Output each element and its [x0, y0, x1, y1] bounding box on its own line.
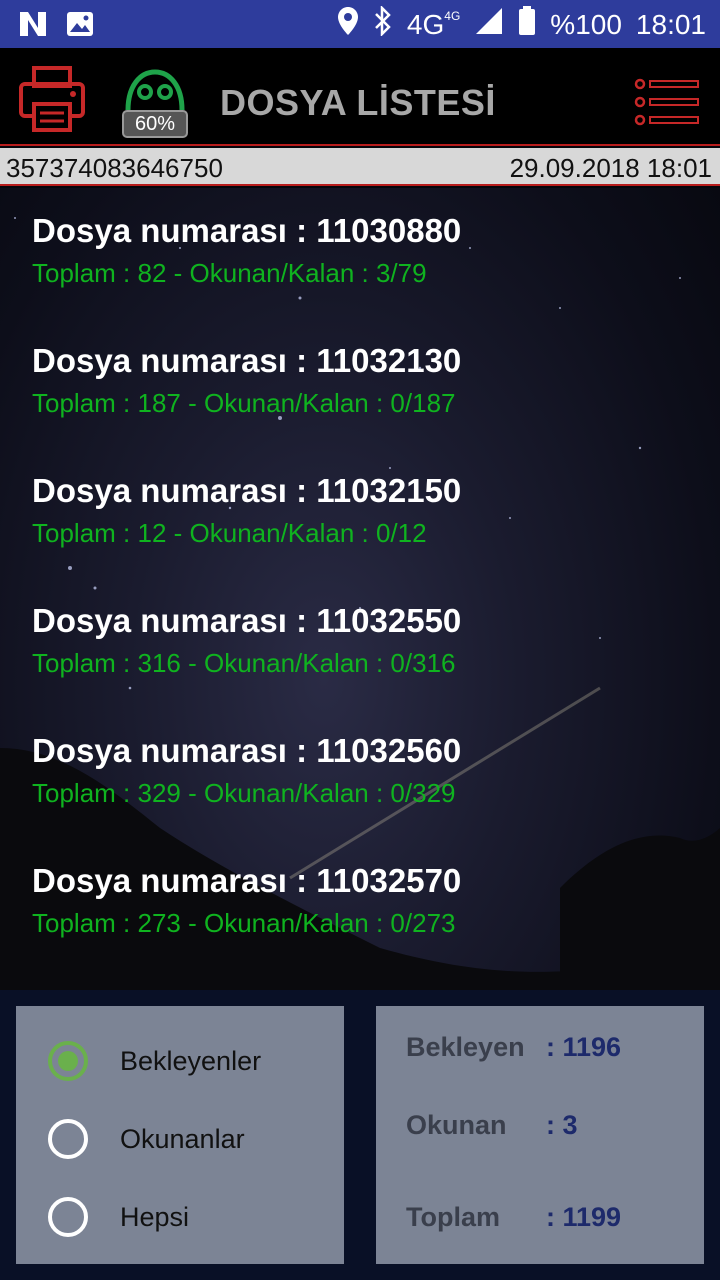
printer-icon[interactable]	[18, 66, 86, 132]
network-type-small: 4G	[444, 8, 461, 23]
filter-option-bekleyenler[interactable]: Bekleyenler	[48, 1036, 261, 1086]
list-item[interactable]: Dosya numarası : 11032570 Toplam : 273 -…	[32, 838, 632, 958]
list-item[interactable]: Dosya numarası : 11032550 Toplam : 316 -…	[32, 578, 632, 698]
notification-n-icon	[18, 10, 48, 43]
filter-option-okunanlar[interactable]: Okunanlar	[48, 1114, 245, 1164]
file-title: Dosya numarası : 11032560	[32, 732, 462, 769]
file-summary: Toplam : 329 - Okunan/Kalan : 0/329	[32, 778, 456, 808]
stat-label: Bekleyen	[406, 1032, 525, 1062]
stats-panel: Bekleyen : 1196 Okunan : 3 Toplam : 1199	[376, 1006, 704, 1264]
signal-icon	[474, 7, 504, 42]
status-bar: 4G4G %100 18:01	[0, 0, 720, 48]
stat-value: : 3	[546, 1110, 578, 1140]
bottom-panel: Bekleyenler Okunanlar Hepsi Bekleyen : 1…	[0, 990, 720, 1280]
datetime: 29.09.2018 18:01	[509, 153, 712, 183]
battery-percentage: %100	[550, 8, 622, 40]
file-summary: Toplam : 273 - Okunan/Kalan : 0/273	[32, 908, 456, 938]
radio-unchecked-icon[interactable]	[48, 1197, 88, 1237]
robot-badge: 60%	[122, 110, 188, 138]
device-id: 357374083646750	[6, 153, 223, 183]
list-item[interactable]: Dosya numarası : 11032150 Toplam : 12 - …	[32, 448, 632, 568]
robot-status-icon[interactable]: 60%	[122, 68, 192, 140]
filter-panel: Bekleyenler Okunanlar Hepsi	[16, 1006, 344, 1264]
battery-icon	[518, 6, 536, 43]
radio-label: Okunanlar	[120, 1123, 245, 1154]
file-summary: Toplam : 316 - Okunan/Kalan : 0/316	[32, 648, 456, 678]
list-item[interactable]: Dosya numarası : 11032560 Toplam : 329 -…	[32, 708, 632, 828]
file-title: Dosya numarası : 11032570	[32, 862, 462, 899]
stat-value: : 1199	[546, 1202, 622, 1232]
image-notification-icon	[66, 11, 94, 42]
bluetooth-icon	[373, 4, 393, 43]
file-summary: Toplam : 12 - Okunan/Kalan : 0/12	[32, 518, 427, 548]
file-title: Dosya numarası : 11030880	[32, 212, 462, 249]
file-title: Dosya numarası : 11032550	[32, 602, 462, 639]
list-item[interactable]: Dosya numarası : 11030880 Toplam : 82 - …	[32, 188, 632, 308]
list-item[interactable]: Dosya numarası : 11032130 Toplam : 187 -…	[32, 318, 632, 438]
location-icon	[337, 6, 359, 43]
page-title: DOSYA LİSTESİ	[220, 82, 496, 123]
app-bar: 60% DOSYA LİSTESİ	[0, 48, 720, 146]
radio-unchecked-icon[interactable]	[48, 1119, 88, 1159]
filter-option-hepsi[interactable]: Hepsi	[48, 1192, 189, 1242]
file-summary: Toplam : 82 - Okunan/Kalan : 3/79	[32, 258, 427, 288]
stat-label: Toplam	[406, 1202, 500, 1232]
radio-label: Hepsi	[120, 1201, 190, 1232]
file-summary: Toplam : 187 - Okunan/Kalan : 0/187	[32, 388, 456, 418]
network-type: 4G4G	[406, 8, 461, 40]
menu-icon[interactable]	[634, 78, 700, 126]
radio-checked-icon[interactable]	[48, 1041, 88, 1081]
clock: 18:01	[635, 8, 706, 40]
file-title: Dosya numarası : 11032150	[32, 472, 462, 509]
stat-label: Okunan	[406, 1110, 507, 1140]
radio-label: Bekleyenler	[120, 1045, 262, 1076]
stat-value: : 1196	[546, 1032, 622, 1062]
info-row: 357374083646750 29.09.2018 18:01	[0, 148, 720, 186]
file-title: Dosya numarası : 11032130	[32, 342, 462, 379]
